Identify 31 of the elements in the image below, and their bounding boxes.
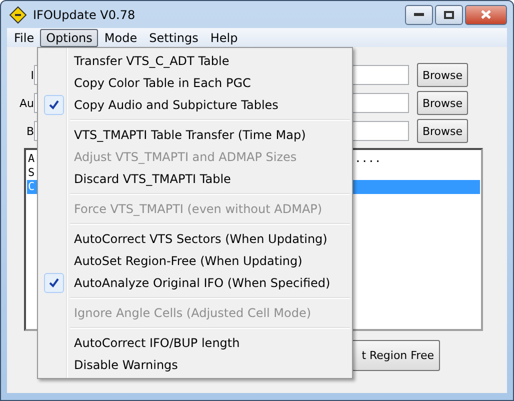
menu-item[interactable]: AutoCorrect VTS Sectors (When Updating)	[40, 228, 350, 250]
maximize-button[interactable]	[435, 4, 463, 24]
row-text: C	[28, 180, 35, 194]
menu-item[interactable]: Transfer VTS_C_ADT Table	[40, 50, 350, 72]
row-text: S	[28, 166, 35, 180]
close-icon	[481, 10, 491, 19]
maximize-icon	[444, 10, 454, 18]
window-title: IFOUpdate V0.78	[33, 8, 136, 22]
minimize-button[interactable]	[405, 4, 433, 24]
field-label: B	[25, 124, 34, 138]
menu-title[interactable]: Mode	[98, 28, 144, 46]
menu-item[interactable]: AutoSet Region-Free (When Updating)	[40, 250, 350, 272]
menu-title[interactable]: Help	[204, 28, 244, 46]
menu-title[interactable]: Settings	[143, 28, 204, 46]
field-label: I	[30, 68, 34, 82]
row-text: ....	[354, 152, 382, 166]
browse-button[interactable]: Browse	[417, 63, 468, 87]
menu-item[interactable]: Copy Audio and Subpicture Tables	[40, 94, 350, 116]
menu-item[interactable]: Copy Color Table in Each PGC	[40, 72, 350, 94]
browse-button[interactable]: Browse	[417, 91, 468, 115]
minimize-icon	[414, 12, 424, 16]
menu-title[interactable]: Options	[40, 28, 98, 46]
field-label: Au	[18, 96, 34, 110]
app-logo-icon	[9, 6, 27, 24]
menu-item[interactable]: Discard VTS_TMAPTI Table	[40, 168, 350, 190]
menu-item[interactable]: AutoAnalyze Original IFO (When Specified)	[40, 272, 350, 294]
menu-title[interactable]: File	[8, 28, 40, 46]
menu-item[interactable]: VTS_TMAPTI Table Transfer (Time Map)	[40, 124, 350, 146]
browse-button[interactable]: Browse	[417, 119, 468, 143]
close-button[interactable]	[465, 4, 507, 24]
row-text: A	[28, 152, 35, 166]
